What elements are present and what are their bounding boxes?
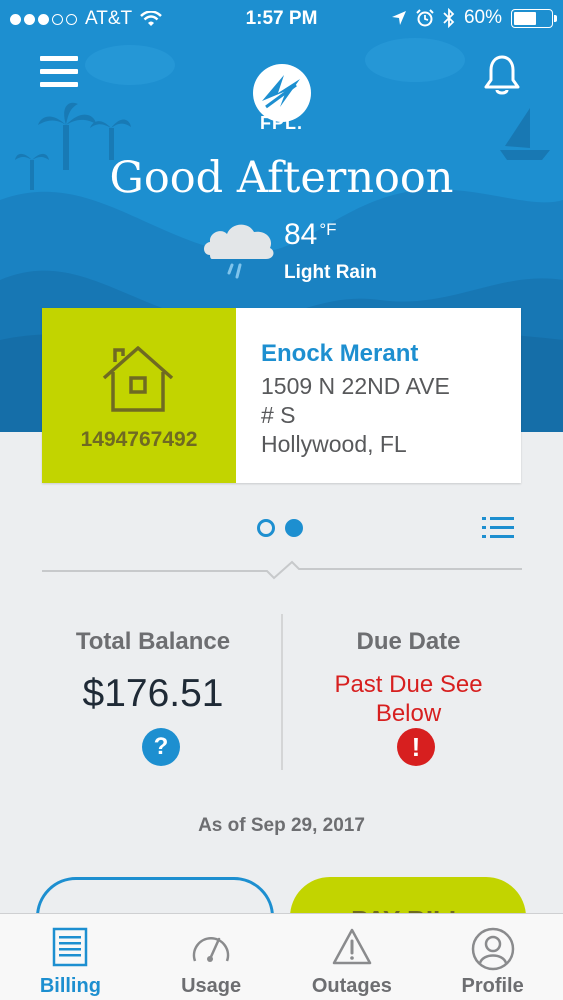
account-tile: 1494767492 bbox=[42, 308, 236, 483]
tab-billing-label: Billing bbox=[39, 975, 101, 997]
battery-percent: 60% bbox=[463, 7, 502, 28]
account-number: 1494767492 bbox=[80, 428, 198, 451]
house-icon bbox=[102, 346, 174, 412]
tab-outages[interactable]: Outages bbox=[282, 914, 423, 1000]
temperature-value: 84 bbox=[284, 218, 318, 251]
warning-icon bbox=[332, 928, 372, 965]
hamburger-icon-bar bbox=[40, 82, 78, 87]
section-divider bbox=[42, 560, 522, 580]
address-line-3: Hollywood, FL bbox=[261, 431, 407, 457]
account-info: Enock Merant 1509 N 22ND AVE # S Hollywo… bbox=[236, 308, 450, 483]
hamburger-icon-bar bbox=[40, 69, 78, 74]
tab-usage-label: Usage bbox=[181, 975, 242, 997]
account-pager[interactable] bbox=[257, 519, 303, 537]
account-card[interactable]: 1494767492 Enock Merant 1509 N 22ND AVE … bbox=[42, 308, 521, 483]
battery-icon bbox=[511, 8, 557, 28]
menu-button[interactable] bbox=[40, 56, 78, 90]
battery-level bbox=[514, 11, 536, 25]
due-date-label: Due Date bbox=[356, 628, 461, 655]
due-date-status-line-1: Past Due See bbox=[334, 671, 483, 698]
notifications-bell-icon[interactable] bbox=[482, 54, 522, 98]
address-line-1: 1509 N 22ND AVE bbox=[261, 373, 450, 399]
total-balance-amount: $176.51 bbox=[82, 672, 224, 715]
tab-usage[interactable]: Usage bbox=[141, 914, 282, 1000]
tab-profile-label: Profile bbox=[461, 975, 524, 997]
alarm-icon bbox=[416, 9, 434, 27]
past-due-alert-icon: ! bbox=[397, 728, 435, 766]
temperature-unit: °F bbox=[319, 220, 337, 239]
hamburger-icon-bar bbox=[40, 56, 78, 61]
location-arrow-icon bbox=[391, 11, 406, 25]
fpl-logo-text: FPL. bbox=[260, 113, 303, 133]
tab-billing[interactable]: Billing bbox=[0, 914, 141, 1000]
tab-bar: Billing Usage Outages Profile bbox=[0, 913, 563, 1000]
status-bar: AT&T 1:57 PM 60% bbox=[0, 0, 563, 36]
total-balance-label: Total Balance bbox=[75, 628, 231, 655]
billing-doc-icon bbox=[53, 927, 88, 967]
account-list-icon[interactable] bbox=[482, 515, 514, 541]
status-right: 60% bbox=[391, 7, 557, 29]
temperature: 84 °F bbox=[284, 218, 337, 252]
column-separator bbox=[281, 614, 283, 770]
address-line-2: # S bbox=[261, 402, 296, 428]
tab-profile[interactable]: Profile bbox=[422, 914, 563, 1000]
total-balance-section: Total Balance $176.51 bbox=[42, 628, 264, 716]
pager-dot[interactable] bbox=[257, 519, 275, 537]
bluetooth-icon bbox=[443, 8, 455, 28]
gauge-icon bbox=[192, 937, 230, 962]
due-date-section: Due Date Past Due See Below bbox=[296, 628, 521, 728]
due-date-status: Past Due See Below bbox=[296, 670, 521, 728]
as-of-date: As of Sep 29, 2017 bbox=[198, 815, 365, 836]
pager-dot-active[interactable] bbox=[285, 519, 303, 537]
tab-outages-label: Outages bbox=[311, 975, 392, 997]
due-date-status-line-2: Below bbox=[375, 700, 442, 727]
account-holder-name: Enock Merant bbox=[261, 340, 419, 367]
greeting-title: Good Afternoon bbox=[109, 153, 454, 203]
person-icon bbox=[471, 927, 514, 971]
rain-cloud-icon bbox=[204, 224, 274, 279]
weather-condition: Light Rain bbox=[284, 262, 377, 283]
balance-help-icon[interactable]: ? bbox=[142, 728, 180, 766]
